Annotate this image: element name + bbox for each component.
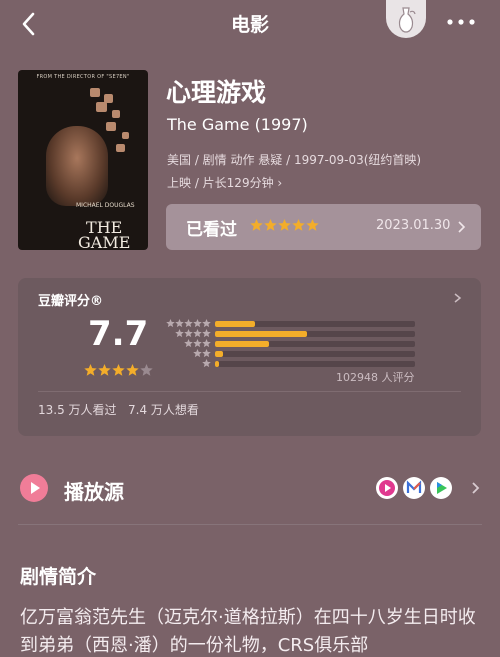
rating-score: 7.7 bbox=[88, 314, 149, 354]
vase-icon[interactable] bbox=[386, 0, 426, 38]
divider bbox=[18, 524, 482, 525]
rating-stats: 13.5 万人看过 7.4 万人想看 bbox=[38, 401, 199, 418]
divider bbox=[38, 391, 461, 392]
distribution-row bbox=[163, 329, 435, 339]
distribution-star-label bbox=[202, 359, 211, 368]
play-source-row[interactable]: 播放源 bbox=[0, 466, 500, 510]
star-filled-icon bbox=[84, 364, 97, 376]
distribution-bar bbox=[215, 361, 219, 367]
movie-info[interactable]: 美国 / 剧情 动作 悬疑 / 1997-09-03(纽约首映) 上映 / 片长… bbox=[167, 149, 487, 195]
star-filled-icon bbox=[278, 219, 291, 231]
top-bar: 电影 bbox=[0, 0, 500, 48]
puzzle-piece bbox=[96, 102, 107, 112]
more-dots-icon[interactable] bbox=[444, 14, 478, 30]
star-small-icon bbox=[175, 329, 184, 338]
star-filled-icon bbox=[250, 219, 263, 231]
play-source-label: 播放源 bbox=[64, 480, 124, 504]
watched-count: 13.5 万人看过 bbox=[38, 403, 117, 417]
star-small-icon bbox=[202, 349, 211, 358]
chevron-right-icon: › bbox=[277, 176, 283, 190]
rating-card[interactable]: 豆瓣评分® 7.7 102948 人评分 13.5 万人看过 7.4 万人想看 bbox=[18, 278, 481, 436]
distribution-track bbox=[215, 341, 415, 347]
watched-stars bbox=[250, 219, 319, 231]
star-empty-icon bbox=[140, 364, 153, 376]
distribution-track bbox=[215, 351, 415, 357]
distribution-bar bbox=[215, 341, 269, 347]
movie-info-line1: 美国 / 剧情 动作 悬疑 / 1997-09-03(纽约首映) bbox=[167, 153, 422, 167]
movie-title: 心理游戏 bbox=[166, 78, 267, 107]
movie-poster[interactable]: FROM THE DIRECTOR OF "SE7EN" THE GAME MI… bbox=[18, 70, 148, 250]
star-small-icon bbox=[193, 349, 202, 358]
poster-actor: MICHAEL DOUGLAS bbox=[76, 202, 135, 209]
puzzle-piece bbox=[116, 144, 125, 152]
puzzle-piece bbox=[106, 122, 116, 131]
star-filled-icon bbox=[264, 219, 277, 231]
chevron-right-icon bbox=[456, 217, 468, 237]
distribution-track bbox=[215, 361, 415, 367]
star-small-icon bbox=[193, 329, 202, 338]
star-small-icon bbox=[202, 339, 211, 348]
star-small-icon bbox=[193, 339, 202, 348]
star-filled-icon bbox=[306, 219, 319, 231]
star-small-icon bbox=[193, 319, 202, 328]
distribution-track bbox=[215, 331, 415, 337]
movie-info-line2: 上映 / 片长129分钟 › bbox=[167, 172, 487, 195]
distribution-star-label bbox=[166, 319, 211, 328]
star-filled-icon bbox=[126, 364, 139, 376]
star-small-icon bbox=[184, 339, 193, 348]
watched-date: 2023.01.30 bbox=[376, 218, 451, 233]
play-source-icons bbox=[376, 477, 452, 499]
rating-stars bbox=[84, 364, 153, 376]
puzzle-piece bbox=[122, 132, 129, 139]
star-small-icon bbox=[202, 319, 211, 328]
puzzle-piece bbox=[90, 88, 100, 97]
distribution-track bbox=[215, 321, 415, 327]
distribution-bar bbox=[215, 331, 307, 337]
distribution-star-label bbox=[193, 349, 211, 358]
chevron-right-icon bbox=[470, 479, 482, 497]
star-small-icon bbox=[202, 359, 211, 368]
play-circle-icon bbox=[20, 474, 48, 502]
poster-tagline: FROM THE DIRECTOR OF "SE7EN" bbox=[36, 74, 130, 80]
distribution-bar bbox=[215, 321, 255, 327]
poster-face bbox=[46, 126, 108, 206]
puzzle-piece bbox=[112, 110, 120, 118]
star-small-icon bbox=[166, 319, 175, 328]
watched-bar[interactable]: 已看过 2023.01.30 bbox=[166, 204, 481, 250]
synopsis-text: 亿万富翁范先生（迈克尔·道格拉斯）在四十八岁生日时收到弟弟（西恩·潘）的一份礼物… bbox=[20, 607, 476, 656]
want-count: 7.4 万人想看 bbox=[128, 403, 199, 417]
rating-title: 豆瓣评分® bbox=[38, 294, 104, 309]
star-small-icon bbox=[202, 329, 211, 338]
poster-title: THE GAME bbox=[78, 218, 131, 251]
star-filled-icon bbox=[98, 364, 111, 376]
star-small-icon bbox=[184, 329, 193, 338]
chevron-right-icon[interactable] bbox=[453, 290, 463, 306]
distribution-star-label bbox=[175, 329, 211, 338]
youku-icon bbox=[376, 477, 398, 499]
mgtv-icon bbox=[403, 477, 425, 499]
distribution-row bbox=[163, 359, 435, 369]
synopsis-title: 剧情简介 bbox=[20, 566, 97, 588]
star-small-icon bbox=[184, 319, 193, 328]
distribution-bar bbox=[215, 351, 223, 357]
distribution-row bbox=[163, 339, 435, 349]
watched-label: 已看过 bbox=[186, 220, 237, 240]
distribution-star-label bbox=[184, 339, 211, 348]
iqiyi-icon bbox=[430, 477, 452, 499]
rating-count: 102948 人评分 bbox=[336, 371, 415, 384]
distribution-row bbox=[163, 319, 435, 329]
star-filled-icon bbox=[112, 364, 125, 376]
star-filled-icon bbox=[292, 219, 305, 231]
star-small-icon bbox=[175, 319, 184, 328]
movie-original-title: The Game (1997) bbox=[167, 115, 308, 134]
distribution-row bbox=[163, 349, 435, 359]
